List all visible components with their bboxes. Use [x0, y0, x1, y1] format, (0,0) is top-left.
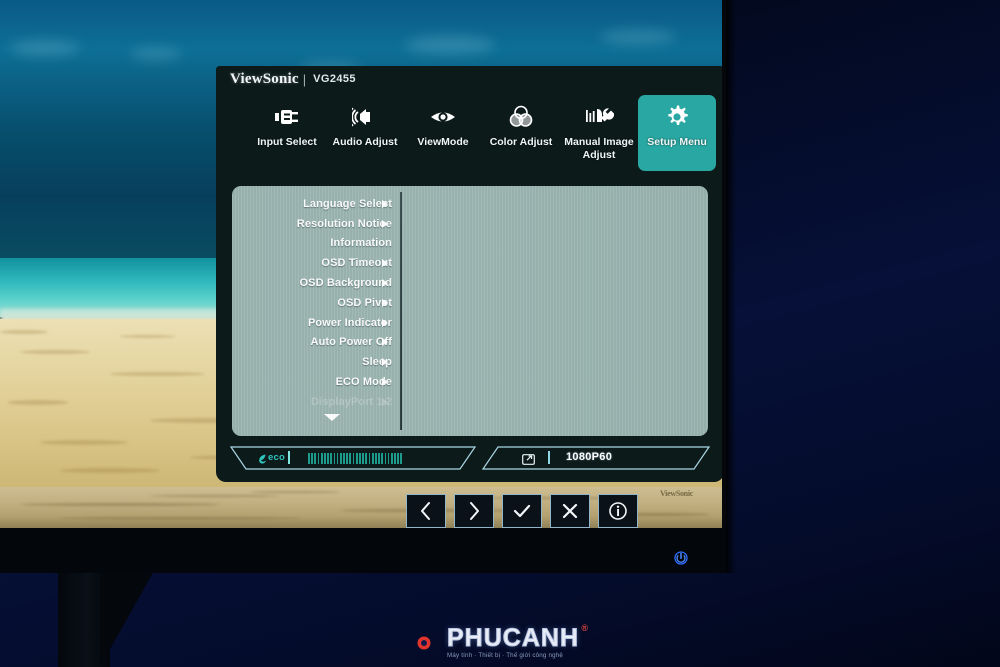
monitor-screen: ViewSonic | VG2455 Input Select Audio Ad…	[0, 0, 722, 487]
nav-label: Audio Adjust	[332, 136, 398, 148]
previous-button[interactable]	[406, 494, 446, 528]
nav-label: Manual Image Adjust	[564, 136, 634, 161]
confirm-button[interactable]	[502, 494, 542, 528]
menu-item-displayport-12: DisplayPort 1.2	[232, 392, 392, 412]
osd-list-panel: Language Select Resolution Notice Inform…	[232, 186, 708, 436]
resolution-label: 1080P60	[566, 451, 613, 463]
chevron-right-icon	[382, 397, 388, 406]
eye-icon	[429, 104, 457, 130]
menu-item-osd-pivot[interactable]: OSD Pivot	[232, 293, 392, 313]
nav-label: Input Select	[257, 136, 317, 148]
venn-circles-icon	[508, 104, 534, 130]
input-plug-icon	[274, 104, 300, 130]
brand-name: ViewSonic	[230, 70, 299, 87]
chevron-right-icon	[382, 279, 388, 288]
osd-nav-bar: Input Select Audio Adjust ViewMode Color…	[216, 92, 722, 176]
watermark-name: PHUCANH	[447, 624, 579, 653]
watermark-tagline: Máy tính · Thiết bị · Thế giới công nghệ	[447, 652, 564, 660]
menu-item-label: Power Indicator	[307, 316, 392, 329]
status-input-segment: 1080P60	[482, 446, 710, 470]
nav-item-viewmode[interactable]: ViewMode	[404, 95, 482, 171]
watermark-phucanh: PHUCANH ® Máy tính · Thiết bị · Thế giới…	[404, 622, 594, 664]
osd-brand-tab: ViewSonic | VG2455	[216, 66, 386, 92]
eco-label: eco	[268, 452, 285, 463]
nav-label: ViewMode	[417, 136, 469, 148]
eco-gauge-marker	[288, 451, 290, 464]
chevron-right-icon	[382, 219, 388, 228]
monitor-stand-base	[100, 573, 153, 667]
chevron-left-icon	[417, 501, 435, 521]
brand-separator: |	[302, 71, 307, 87]
chevron-right-icon	[382, 259, 388, 268]
eco-logo: eco	[258, 452, 285, 464]
menu-item-label: Resolution Notice	[296, 217, 392, 230]
chevron-right-icon	[465, 501, 483, 521]
menu-item-power-indicator[interactable]: Power Indicator	[232, 313, 392, 333]
bezel-lower	[0, 528, 726, 573]
display-input-icon	[522, 452, 535, 465]
osd-menu: ViewSonic | VG2455 Input Select Audio Ad…	[216, 66, 722, 482]
menu-item-label: Information	[330, 237, 392, 250]
menu-item-label: Auto Power Off	[310, 336, 392, 349]
menu-item-label: Language Select	[303, 197, 392, 210]
chevron-right-icon	[382, 318, 388, 327]
menu-item-resolution-notice[interactable]: Resolution Notice	[232, 214, 392, 234]
menu-item-eco-mode[interactable]: ECO Mode	[232, 372, 392, 392]
menu-item-information[interactable]: Information	[232, 234, 392, 254]
chevron-right-icon	[382, 298, 388, 307]
menu-item-label: DisplayPort 1.2	[311, 395, 392, 408]
sliders-wrench-icon	[584, 104, 614, 130]
exit-button[interactable]	[550, 494, 590, 528]
nav-item-color-adjust[interactable]: Color Adjust	[482, 95, 560, 171]
status-separator	[548, 451, 550, 464]
nav-item-audio-adjust[interactable]: Audio Adjust	[326, 95, 404, 171]
info-button[interactable]	[598, 494, 638, 528]
osd-status-bar: eco 1080P60	[230, 446, 710, 470]
nav-label: Color Adjust	[489, 136, 553, 148]
nav-item-setup-menu[interactable]: Setup Menu	[638, 95, 716, 171]
chevron-right-icon	[382, 378, 388, 387]
nav-item-input-select[interactable]: Input Select	[248, 95, 326, 171]
chevron-right-icon	[382, 199, 388, 208]
model-name: VG2455	[313, 73, 356, 85]
chevron-right-icon	[382, 338, 388, 347]
bezel-brand-label: ViewSonic	[660, 489, 694, 498]
monitor-edge-shadow	[726, 0, 736, 573]
menu-item-sleep[interactable]: Sleep	[232, 352, 392, 372]
menu-item-language-select[interactable]: Language Select	[232, 194, 392, 214]
menu-item-auto-power-off[interactable]: Auto Power Off	[232, 333, 392, 353]
watermark-text: PHUCANH ® Máy tính · Thiết bị · Thế giới…	[447, 624, 589, 660]
eco-leaf-icon	[258, 452, 267, 464]
osd-menu-list: Language Select Resolution Notice Inform…	[232, 194, 392, 412]
info-circle-icon	[608, 501, 628, 521]
menu-item-osd-timeout[interactable]: OSD Timeout	[232, 253, 392, 273]
nav-label: Setup Menu	[647, 136, 707, 148]
check-icon	[512, 502, 532, 520]
room-background: ViewSonic | VG2455 Input Select Audio Ad…	[0, 0, 1000, 667]
close-x-icon	[561, 502, 579, 520]
chevron-right-icon	[382, 358, 388, 367]
panel-divider	[400, 192, 402, 430]
monitor: ViewSonic | VG2455 Input Select Audio Ad…	[0, 0, 736, 573]
eco-gauge-bars	[308, 453, 403, 464]
next-button[interactable]	[454, 494, 494, 528]
gear-icon	[664, 104, 690, 130]
menu-item-osd-background[interactable]: OSD Background	[232, 273, 392, 293]
speaker-waves-icon	[352, 104, 378, 130]
power-indicator-led[interactable]	[674, 551, 688, 565]
status-eco-segment: eco	[230, 446, 476, 470]
watermark-registered: ®	[581, 623, 588, 634]
chevron-down-icon[interactable]	[324, 414, 340, 421]
hardware-button-row	[406, 494, 638, 528]
nav-item-manual-image-adjust[interactable]: Manual Image Adjust	[560, 95, 638, 171]
menu-item-label: OSD Background	[299, 277, 392, 290]
phucanh-logo-icon	[404, 624, 442, 662]
